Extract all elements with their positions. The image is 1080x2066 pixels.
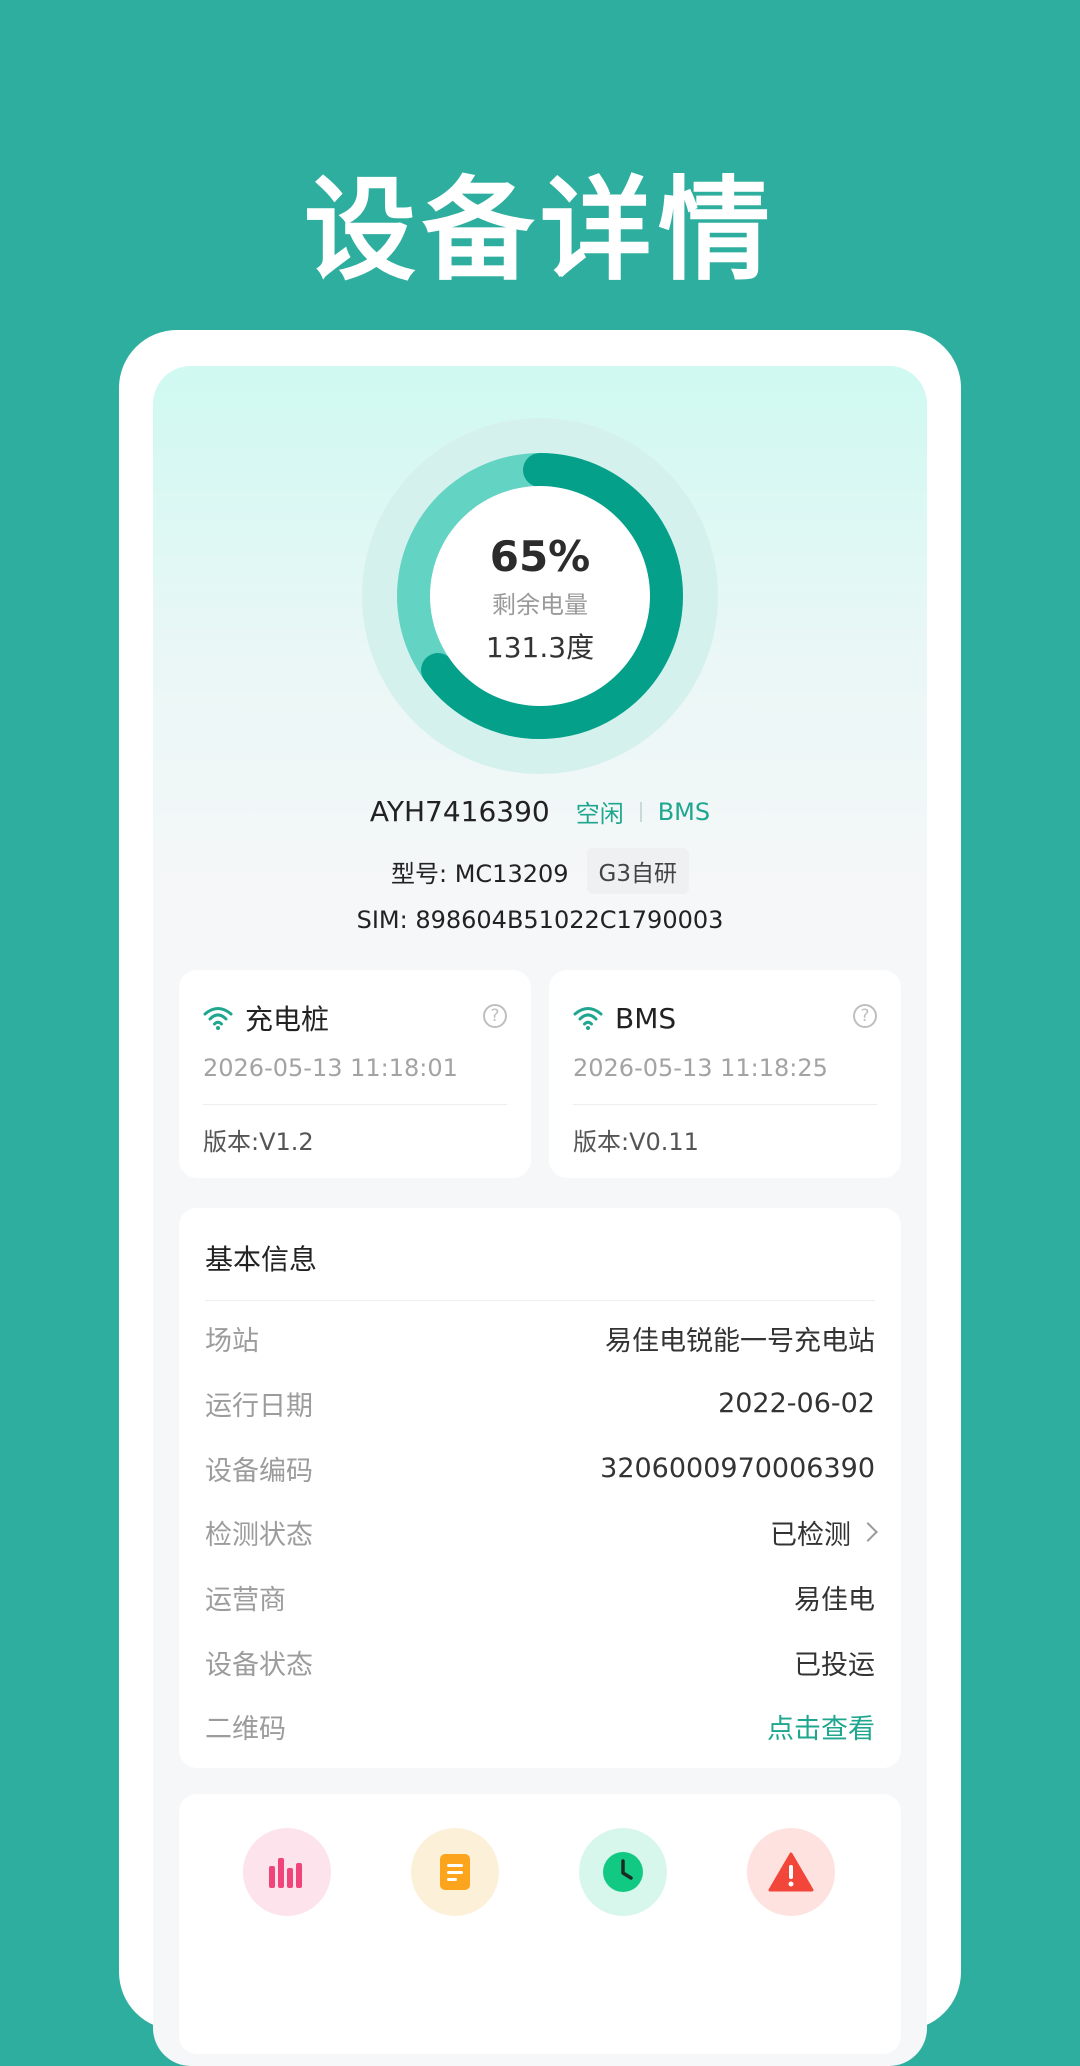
clock-icon <box>603 1852 643 1892</box>
divider <box>205 1300 875 1301</box>
info-key: 设备编码 <box>205 1455 313 1487</box>
info-key: 运行日期 <box>205 1390 313 1422</box>
info-value: 已检测 <box>770 1519 851 1551</box>
history-shortcut[interactable] <box>579 1828 667 1916</box>
info-value: 已投运 <box>794 1649 875 1681</box>
chevron-right-icon <box>858 1522 878 1542</box>
divider <box>573 1104 877 1105</box>
device-status: 空闲 <box>575 800 624 828</box>
info-key: 二维码 <box>205 1713 286 1745</box>
page-title: 设备详情 <box>304 166 776 296</box>
divider <box>203 1104 507 1105</box>
info-row-station: 场站 易佳电锐能一号充电站 <box>205 1318 875 1358</box>
wifi-icon <box>203 1007 233 1030</box>
info-key: 场站 <box>205 1325 259 1357</box>
document-icon <box>440 1854 470 1890</box>
info-key: 检测状态 <box>205 1519 313 1551</box>
wifi-icon <box>573 1007 603 1030</box>
battery-percent: 65% <box>489 532 591 581</box>
divider <box>639 801 642 822</box>
charger-card-title: 充电桩 <box>245 1003 330 1036</box>
info-row-device-code: 设备编码 3206000970006390 <box>205 1448 875 1488</box>
inspection-status-link[interactable]: 已检测 <box>770 1513 878 1552</box>
phone-frame: 65% 剩余电量 131.3度 AYH7416390 空闲 BMS 型号: MC… <box>119 330 961 2066</box>
info-row-device-status: 设备状态 已投运 <box>205 1642 875 1682</box>
records-shortcut[interactable] <box>411 1828 499 1916</box>
help-icon[interactable]: ? <box>853 1004 877 1028</box>
charger-comm-card[interactable]: 充电桩 ? 2026-05-13 11:18:01 版本:V1.2 <box>179 970 531 1178</box>
bms-card-header: BMS ? <box>573 998 877 1038</box>
basic-info-card: 基本信息 场站 易佳电锐能一号充电站 运行日期 2022-06-02 设备编码 … <box>179 1208 901 1768</box>
charger-comm-time: 2026-05-13 11:18:01 <box>203 1054 458 1082</box>
statistics-shortcut[interactable] <box>243 1828 331 1916</box>
help-icon[interactable]: ? <box>483 1004 507 1028</box>
info-row-qrcode: 二维码 点击查看 <box>205 1706 875 1746</box>
device-id-row: AYH7416390 空闲 BMS <box>153 794 927 829</box>
device-id: AYH7416390 <box>369 795 550 828</box>
info-row-operator: 运营商 易佳电 <box>205 1577 875 1617</box>
gauge-center: 65% 剩余电量 131.3度 <box>362 418 718 774</box>
info-key: 设备状态 <box>205 1649 313 1681</box>
bms-card-title: BMS <box>615 1001 677 1035</box>
function-shortcuts-card <box>179 1794 901 2054</box>
remaining-charge-value: 131.3度 <box>485 631 595 664</box>
bar-chart-icon <box>269 1858 302 1888</box>
info-value: 2022-06-02 <box>718 1387 875 1419</box>
bms-comm-card[interactable]: BMS ? 2026-05-13 11:18:25 版本:V0.11 <box>549 970 901 1178</box>
warning-icon <box>768 1852 814 1892</box>
qrcode-view-link[interactable]: 点击查看 <box>767 1707 875 1746</box>
bms-comm-time: 2026-05-13 11:18:25 <box>573 1054 828 1082</box>
model-tag: G3自研 <box>586 848 689 894</box>
model-label: 型号: MC13209 <box>391 859 569 888</box>
device-detail-screen: 65% 剩余电量 131.3度 AYH7416390 空闲 BMS 型号: MC… <box>153 366 927 2066</box>
info-value: 易佳电锐能一号充电站 <box>605 1325 875 1357</box>
remaining-charge-label: 剩余电量 <box>492 591 588 619</box>
info-value: 易佳电 <box>794 1584 875 1616</box>
alarm-shortcut[interactable] <box>747 1828 835 1916</box>
sim-number: SIM: 898604B51022C1790003 <box>356 906 724 934</box>
basic-info-title: 基本信息 <box>205 1243 318 1276</box>
info-value: 3206000970006390 <box>600 1452 875 1484</box>
battery-gauge: 65% 剩余电量 131.3度 <box>362 418 718 774</box>
info-row-inspection-status[interactable]: 检测状态 已检测 <box>205 1512 878 1552</box>
info-key: 运营商 <box>205 1584 286 1616</box>
charger-card-header: 充电桩 ? <box>203 998 507 1038</box>
device-link-tag: BMS <box>657 797 711 826</box>
charger-version: 版本:V1.2 <box>203 1128 314 1156</box>
model-row: 型号: MC13209 G3自研 <box>153 848 927 894</box>
bms-version: 版本:V0.11 <box>573 1128 699 1156</box>
info-row-run-date: 运行日期 2022-06-02 <box>205 1383 875 1423</box>
